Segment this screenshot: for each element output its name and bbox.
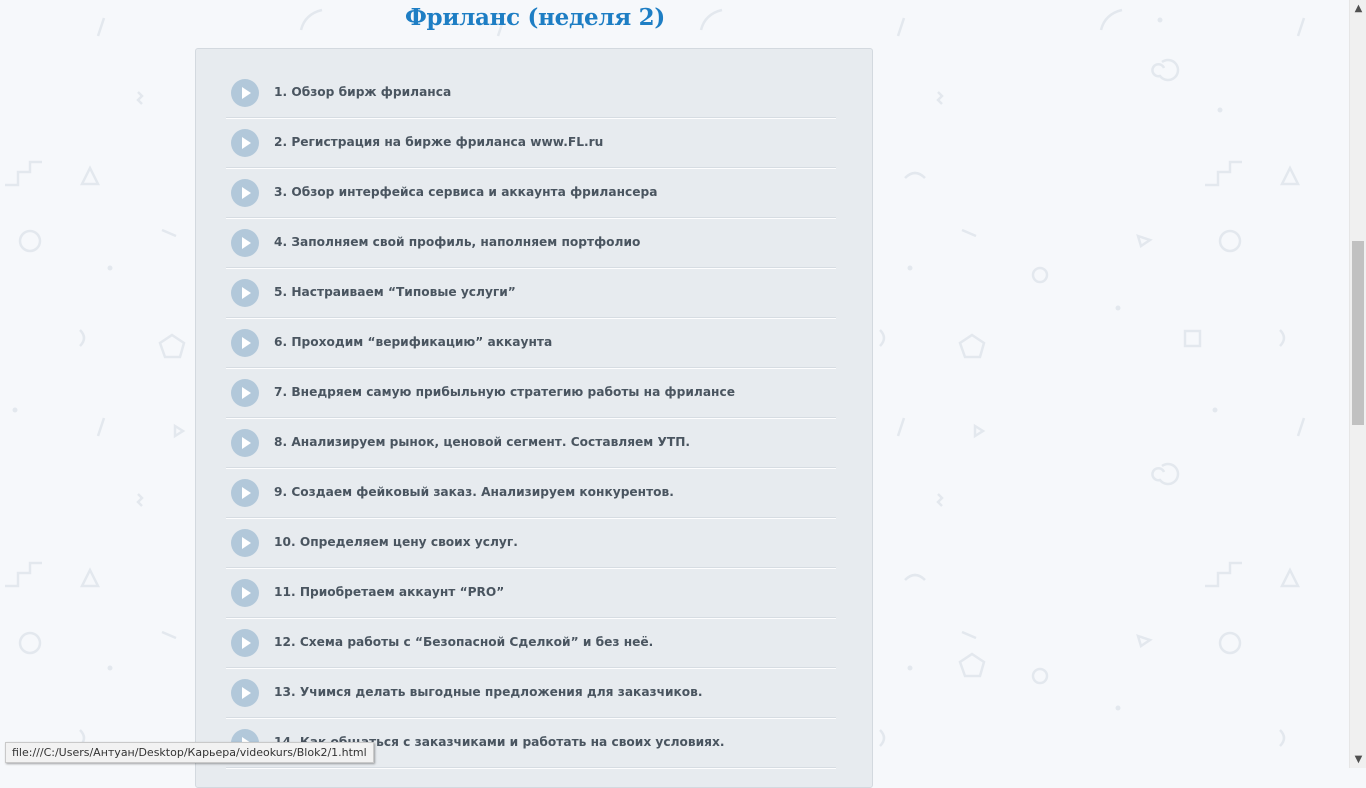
lesson-item-13[interactable]: 13. Учимся делать выгодные предложения д…	[226, 669, 836, 719]
lesson-list: 1. Обзор бирж фриланса 2. Регистрация на…	[226, 69, 836, 769]
status-bar-url: file:///C:/Users/Антуан/Desktop/Карьера/…	[5, 742, 374, 763]
lesson-item-8[interactable]: 8. Анализируем рынок, ценовой сегмент. С…	[226, 419, 836, 469]
page-title: Фриланс (неделя 2)	[405, 4, 665, 31]
lesson-label[interactable]: 5. Настраиваем “Типовые услуги”	[274, 285, 516, 299]
play-icon[interactable]	[231, 429, 259, 457]
lesson-item-9[interactable]: 9. Создаем фейковый заказ. Анализируем к…	[226, 469, 836, 519]
lesson-label[interactable]: 13. Учимся делать выгодные предложения д…	[274, 685, 703, 699]
play-icon[interactable]	[231, 279, 259, 307]
lesson-item-11[interactable]: 11. Приобретаем аккаунт “PRO”	[226, 569, 836, 619]
lesson-label[interactable]: 8. Анализируем рынок, ценовой сегмент. С…	[274, 435, 690, 449]
play-icon[interactable]	[231, 629, 259, 657]
lesson-label[interactable]: 6. Проходим “верификацию” аккаунта	[274, 335, 552, 349]
scrollbar-thumb[interactable]	[1352, 241, 1364, 425]
lesson-item-3[interactable]: 3. Обзор интерфейса сервиса и аккаунта ф…	[226, 169, 836, 219]
play-icon[interactable]	[231, 479, 259, 507]
play-icon[interactable]	[231, 379, 259, 407]
play-icon[interactable]	[231, 679, 259, 707]
lesson-label[interactable]: 1. Обзор бирж фриланса	[274, 85, 451, 99]
play-icon[interactable]	[231, 529, 259, 557]
lesson-item-7[interactable]: 7. Внедряем самую прибыльную стратегию р…	[226, 369, 836, 419]
lesson-label[interactable]: 12. Схема работы с “Безопасной Сделкой” …	[274, 635, 653, 649]
lesson-label[interactable]: 3. Обзор интерфейса сервиса и аккаунта ф…	[274, 185, 657, 199]
lesson-item-1[interactable]: 1. Обзор бирж фриланса	[226, 69, 836, 119]
lesson-panel: 1. Обзор бирж фриланса 2. Регистрация на…	[195, 48, 873, 788]
scroll-down-arrow-icon[interactable]: ▼	[1350, 751, 1366, 768]
scroll-up-arrow-icon[interactable]: ▲	[1350, 0, 1366, 17]
lesson-item-12[interactable]: 12. Схема работы с “Безопасной Сделкой” …	[226, 619, 836, 669]
play-icon[interactable]	[231, 129, 259, 157]
play-icon[interactable]	[231, 329, 259, 357]
lesson-item-6[interactable]: 6. Проходим “верификацию” аккаунта	[226, 319, 836, 369]
play-icon[interactable]	[231, 179, 259, 207]
lesson-label[interactable]: 11. Приобретаем аккаунт “PRO”	[274, 585, 504, 599]
play-icon[interactable]	[231, 79, 259, 107]
vertical-scrollbar[interactable]: ▲ ▼	[1349, 0, 1366, 768]
lesson-label[interactable]: 4. Заполняем свой профиль, наполняем пор…	[274, 235, 640, 249]
lesson-label[interactable]: 9. Создаем фейковый заказ. Анализируем к…	[274, 485, 674, 499]
lesson-label[interactable]: 10. Определяем цену своих услуг.	[274, 535, 518, 549]
lesson-item-10[interactable]: 10. Определяем цену своих услуг.	[226, 519, 836, 569]
lesson-label[interactable]: 7. Внедряем самую прибыльную стратегию р…	[274, 385, 735, 399]
play-icon[interactable]	[231, 229, 259, 257]
lesson-label[interactable]: 2. Регистрация на бирже фриланса www.FL.…	[274, 135, 603, 149]
lesson-item-2[interactable]: 2. Регистрация на бирже фриланса www.FL.…	[226, 119, 836, 169]
lesson-item-4[interactable]: 4. Заполняем свой профиль, наполняем пор…	[226, 219, 836, 269]
play-icon[interactable]	[231, 579, 259, 607]
lesson-item-5[interactable]: 5. Настраиваем “Типовые услуги”	[226, 269, 836, 319]
